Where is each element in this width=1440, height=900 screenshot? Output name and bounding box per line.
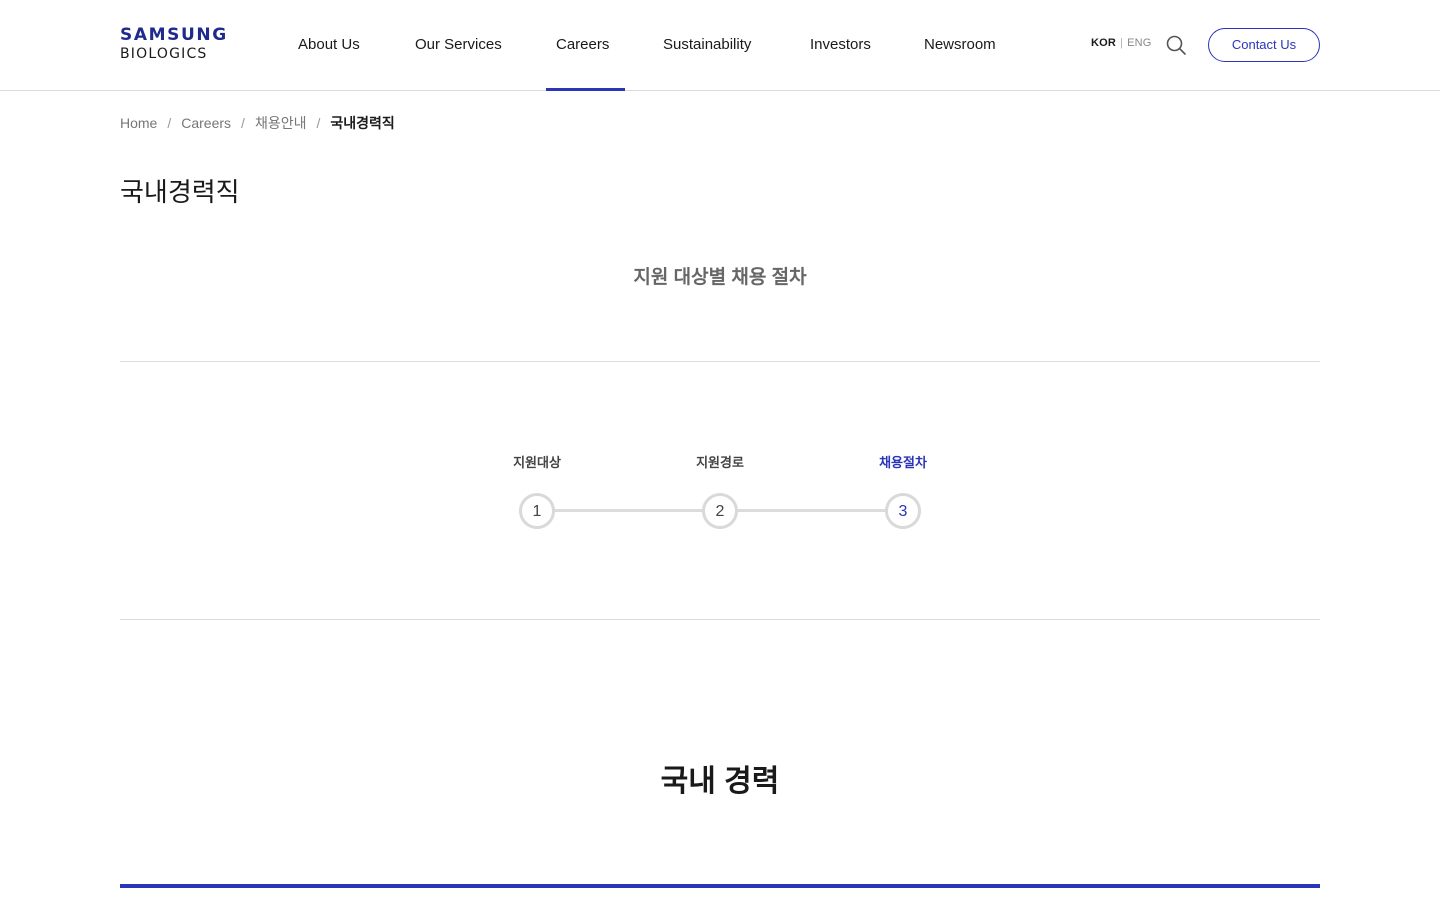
breadcrumb-recruitment[interactable]: 채용안내 xyxy=(255,115,307,131)
nav-our-services[interactable]: Our Services xyxy=(415,0,502,91)
step-label-3[interactable]: 채용절차 xyxy=(843,452,963,471)
nav-sustainability[interactable]: Sustainability xyxy=(663,0,751,91)
nav-about-us[interactable]: About Us xyxy=(298,0,360,91)
nav-investors[interactable]: Investors xyxy=(810,0,871,91)
step-circle-1[interactable]: 1 xyxy=(519,493,555,529)
search-icon[interactable] xyxy=(1164,33,1188,57)
lang-kor-link[interactable]: KOR xyxy=(1091,37,1116,49)
breadcrumb-separator: / xyxy=(167,115,172,131)
step-connector-2-3 xyxy=(738,509,885,512)
search-icon-glyph xyxy=(1166,35,1186,55)
lang-separator: | xyxy=(1120,37,1124,49)
section-accent-bar xyxy=(120,884,1320,888)
breadcrumb-home[interactable]: Home xyxy=(120,115,157,131)
divider-top xyxy=(120,361,1320,362)
nav-careers[interactable]: Careers xyxy=(545,0,626,91)
contact-us-button[interactable]: Contact Us xyxy=(1208,28,1320,62)
section-subtitle: 지원 대상별 채용 절차 xyxy=(633,267,807,288)
step-label-2[interactable]: 지원경로 xyxy=(660,452,780,471)
step-circle-2[interactable]: 2 xyxy=(702,493,738,529)
logo-line-2: BIOLOGICS xyxy=(120,46,208,62)
samsung-biologics-logo[interactable]: SAMSUNG BIOLOGICS xyxy=(120,25,230,62)
step-label-1[interactable]: 지원대상 xyxy=(477,452,597,471)
logo-line-1: SAMSUNG xyxy=(120,25,228,45)
breadcrumb-separator: / xyxy=(316,115,321,131)
lang-eng-link[interactable]: ENG xyxy=(1127,37,1151,49)
step-circle-3[interactable]: 3 xyxy=(885,493,921,529)
breadcrumb-separator: / xyxy=(241,115,245,131)
breadcrumb-current: 국내경력직 xyxy=(330,115,395,131)
page-title: 국내경력직 xyxy=(120,177,240,207)
site-header: SAMSUNG BIOLOGICS About Us Our Services … xyxy=(0,0,1440,91)
section-title: 국내 경력 xyxy=(660,765,780,798)
divider-bottom xyxy=(120,619,1320,620)
nav-newsroom[interactable]: Newsroom xyxy=(924,0,996,91)
step-connector-1-2 xyxy=(555,509,702,512)
breadcrumb-careers[interactable]: Careers xyxy=(181,115,231,131)
language-switcher: KOR | ENG xyxy=(1091,37,1152,49)
breadcrumb: Home / Careers / 채용안내 / 국내경력직 xyxy=(120,113,395,133)
